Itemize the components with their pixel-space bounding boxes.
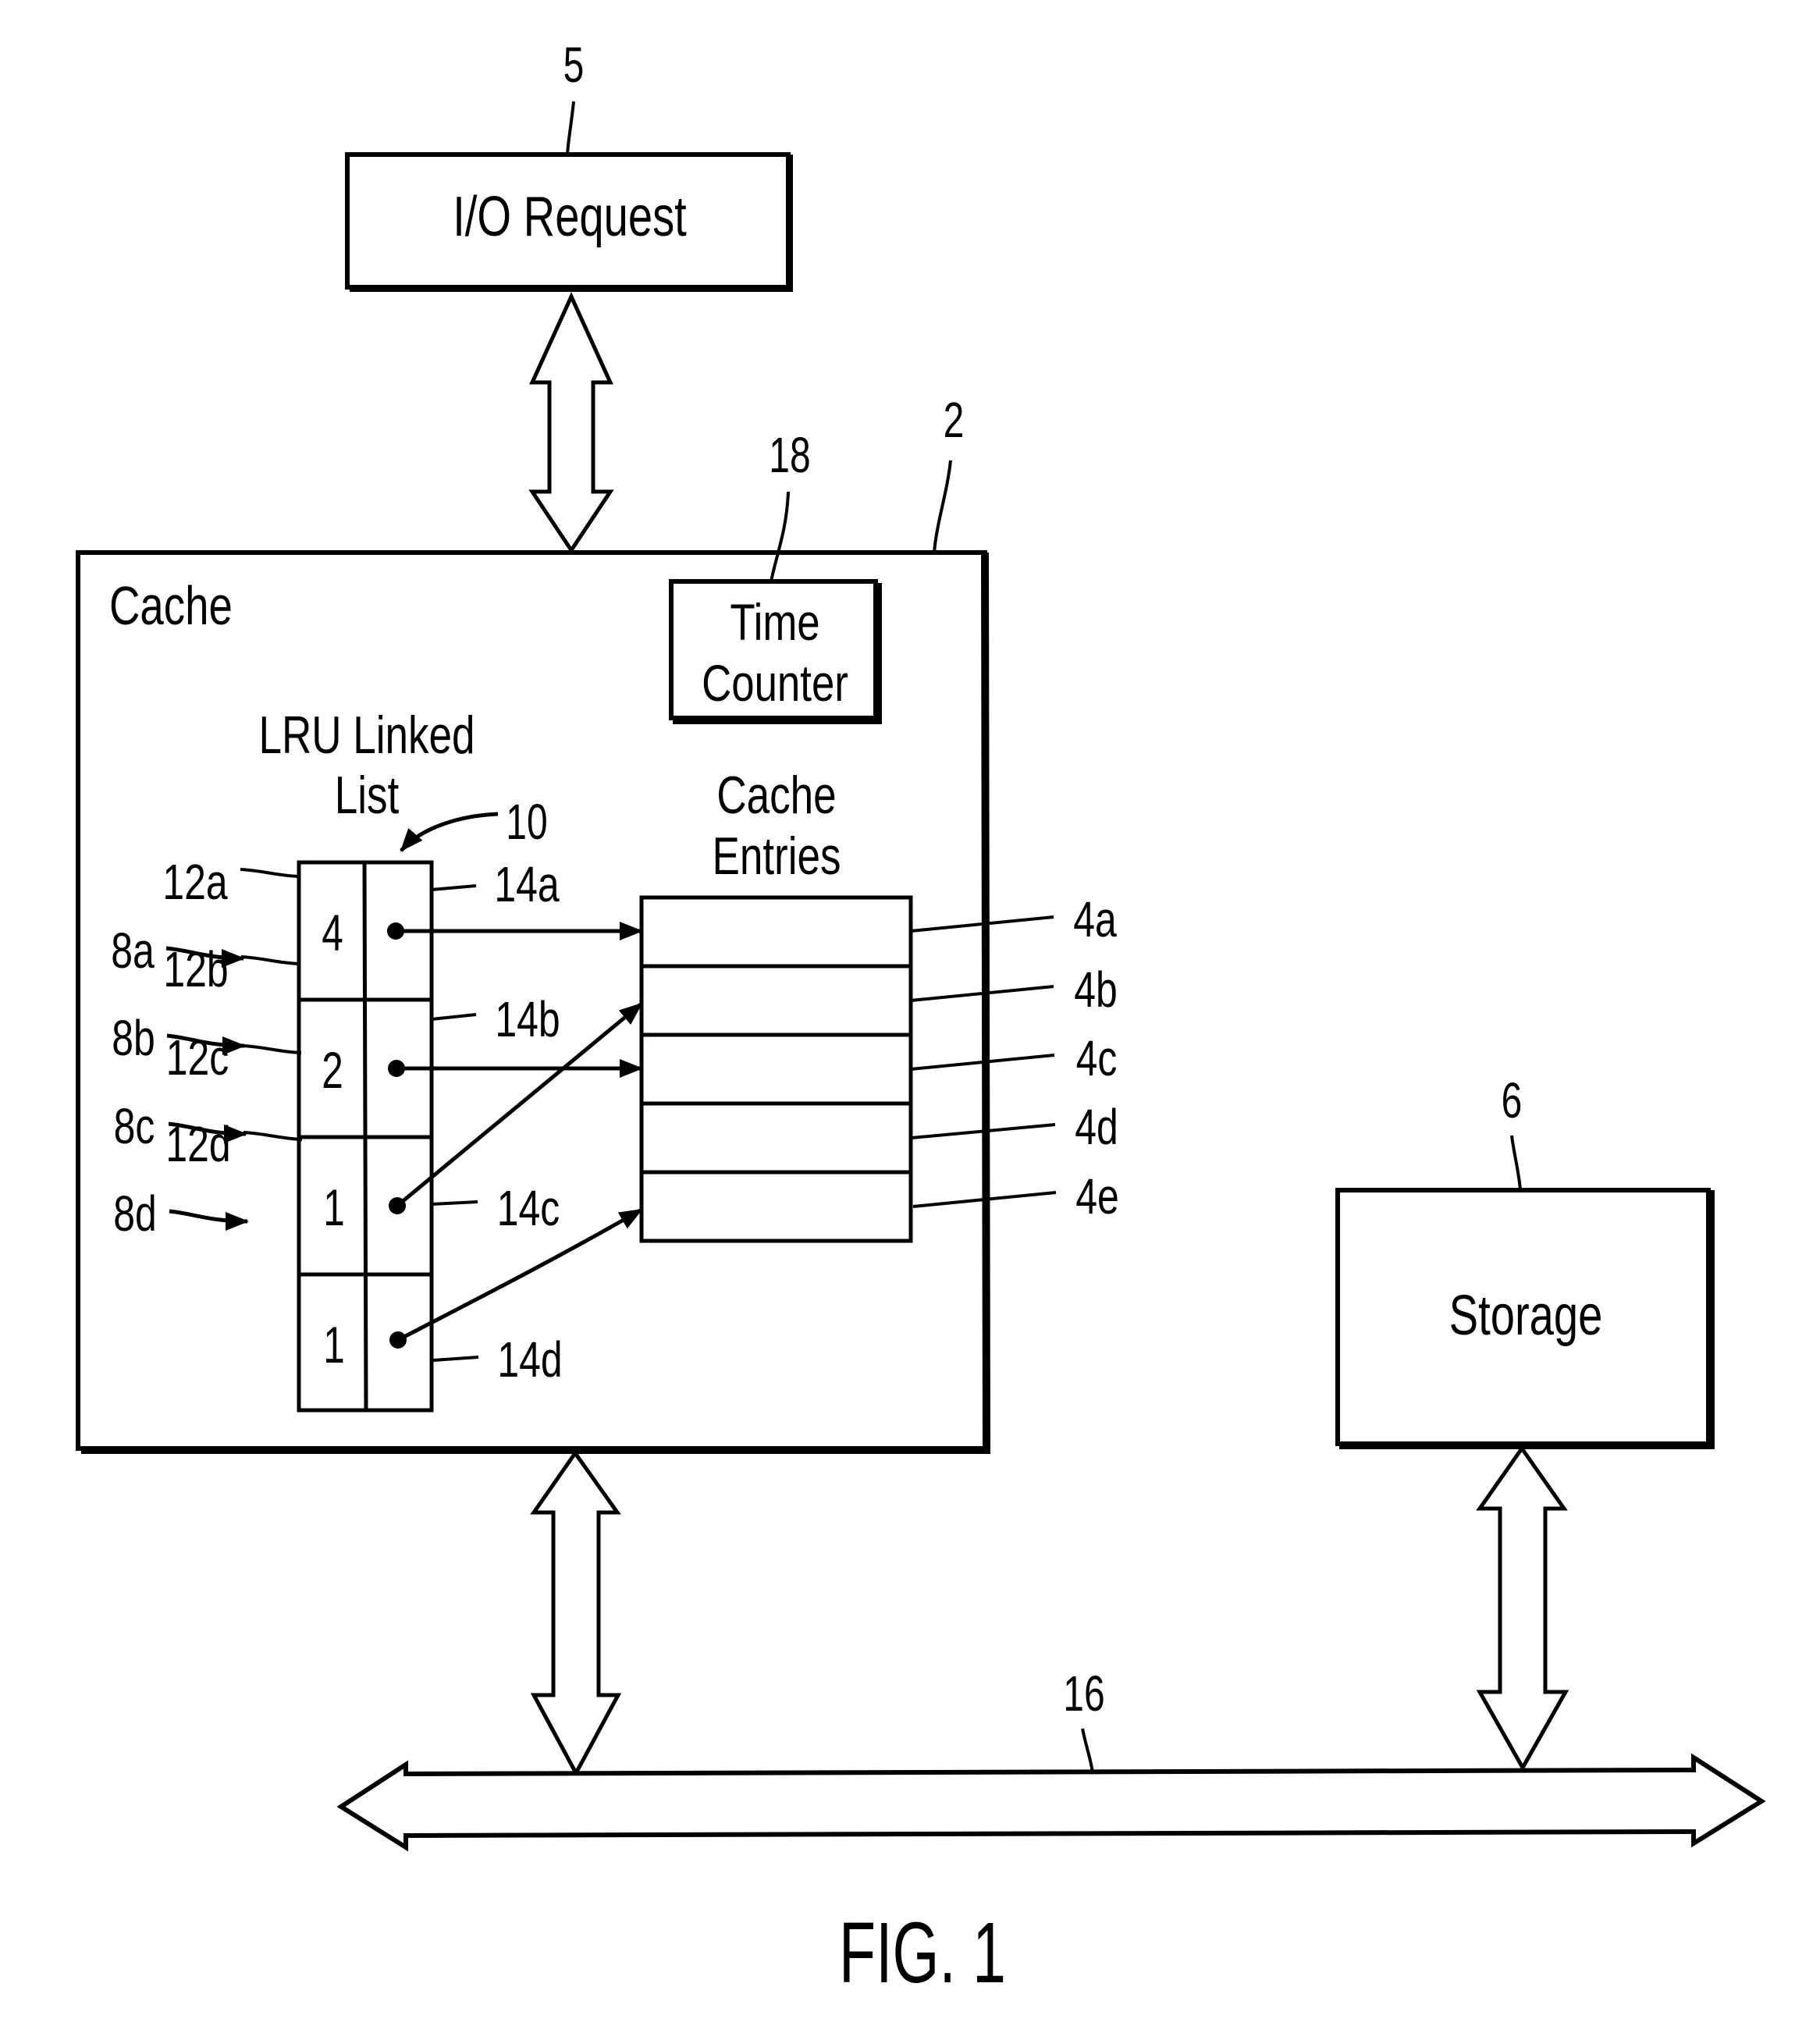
leader-12b [240, 955, 300, 965]
ref-12b: 12b [163, 942, 228, 997]
cache-label: Cache [109, 576, 233, 637]
io-cache-double-arrow [528, 291, 614, 554]
ref-8d: 8d [113, 1186, 157, 1242]
cache-entries-title-line1: Cache [716, 766, 836, 825]
leader-12c [242, 1044, 302, 1054]
time-counter-line2: Counter [702, 654, 848, 712]
ref-10: 10 [506, 794, 547, 849]
input-arrow-8d [169, 1209, 249, 1231]
ref-12d: 12d [165, 1117, 230, 1172]
cache-entries-title-line2: Entries [712, 826, 841, 886]
ref-16: 16 [1063, 1665, 1104, 1721]
lru-title-line1: LRU Linked [258, 706, 475, 765]
time-counter-line1: Time [730, 593, 819, 651]
cache-bus-double-arrow [530, 1449, 622, 1778]
io-request-block: I/O Request [345, 152, 793, 292]
lru-linked-list [297, 860, 434, 1413]
ref-14d: 14d [497, 1332, 562, 1388]
ref-12c: 12c [166, 1030, 229, 1086]
figure-caption: FIG. 1 [839, 1906, 1006, 2002]
ref-8a: 8a [111, 923, 155, 979]
leader-14b [431, 1013, 477, 1021]
bus-double-arrow [336, 1753, 1766, 1852]
ref-4c: 4c [1076, 1031, 1118, 1086]
ref-2: 2 [944, 392, 965, 447]
time-counter-block: Time Counter [669, 579, 882, 724]
ref-8c: 8c [114, 1099, 155, 1154]
leader-2 [933, 460, 952, 553]
storage-label: Storage [1449, 1284, 1603, 1346]
ref-5: 5 [563, 37, 585, 92]
ref-18: 18 [769, 427, 810, 482]
leader-14a [431, 884, 477, 891]
leader-16 [1081, 1728, 1094, 1774]
ref-4e: 4e [1075, 1169, 1119, 1224]
io-request-label: I/O Request [453, 185, 687, 247]
ref-14b: 14b [495, 992, 560, 1047]
lru-value-0: 4 [322, 905, 343, 962]
ref-12a: 12a [162, 855, 227, 910]
leader-10 [400, 812, 499, 852]
storage-bus-double-arrow [1476, 1445, 1569, 1772]
ref-4b: 4b [1074, 962, 1118, 1018]
leader-12d [243, 1131, 303, 1141]
ref-14a: 14a [494, 857, 559, 912]
lru-value-2: 1 [323, 1179, 345, 1237]
ref-4d: 4d [1075, 1100, 1118, 1155]
storage-block: Storage [1335, 1188, 1715, 1449]
ref-8b: 8b [112, 1011, 155, 1066]
leader-5 [566, 101, 575, 155]
leader-14d [432, 1356, 479, 1362]
leader-12a [240, 868, 300, 878]
leader-14c [431, 1200, 478, 1206]
lru-value-1: 2 [322, 1042, 343, 1100]
lru-title-line2: List [335, 766, 400, 825]
lru-value-3: 1 [323, 1317, 345, 1374]
ref-4a: 4a [1073, 892, 1117, 947]
ref-6: 6 [1502, 1072, 1523, 1128]
patent-figure: I/O Request 5 Cache 2 Time Counter 18 LR… [76, 37, 1766, 2002]
cache-entries-table [639, 895, 913, 1243]
leader-18 [770, 491, 790, 582]
ref-14c: 14c [497, 1181, 560, 1236]
leader-6 [1510, 1135, 1522, 1191]
